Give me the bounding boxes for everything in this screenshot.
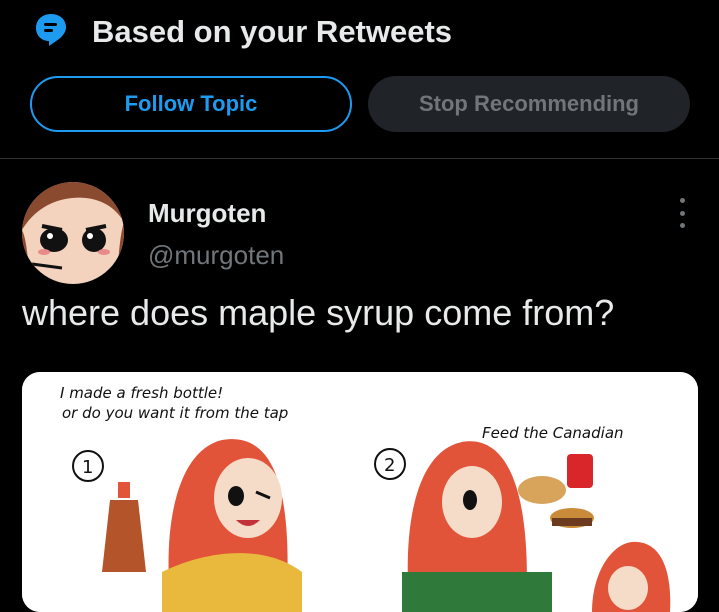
follow-topic-button[interactable]: Follow Topic: [30, 76, 352, 132]
more-vertical-icon[interactable]: [670, 198, 694, 228]
comic-line-2: or do you want it from the tap: [62, 404, 288, 422]
comic-line-1: I made a fresh bottle!: [60, 384, 223, 402]
avatar[interactable]: [22, 182, 124, 284]
divider: [0, 158, 719, 159]
topic-bubble-icon: [36, 14, 66, 46]
tweet-media-image[interactable]: I made a fresh bottle! or do you want it…: [22, 372, 698, 612]
tweet-text: where does maple syrup come from?: [22, 292, 615, 333]
panel-number-1: 1: [82, 457, 93, 478]
author-name[interactable]: Murgoten: [148, 198, 266, 229]
topic-title: Based on your Retweets: [92, 14, 453, 49]
author-handle[interactable]: @murgoten: [148, 240, 284, 271]
panel-number-2: 2: [384, 455, 395, 476]
comic-line-3: Feed the Canadian: [482, 424, 624, 442]
stop-recommending-button[interactable]: Stop Recommending: [368, 76, 690, 132]
avatar-image: [22, 182, 124, 284]
topic-header: [34, 12, 68, 48]
comic-illustration: I made a fresh bottle! or do you want it…: [22, 372, 698, 612]
